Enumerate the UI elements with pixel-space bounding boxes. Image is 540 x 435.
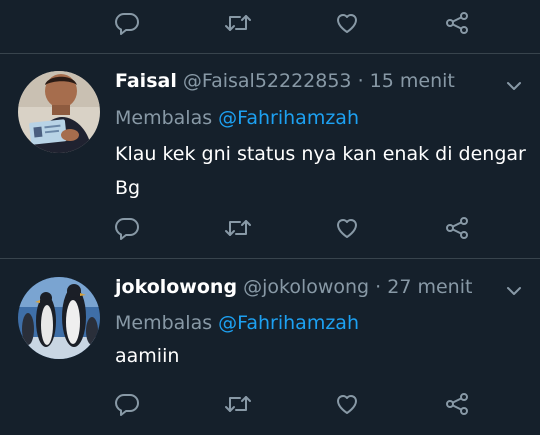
share-icon xyxy=(446,393,468,415)
tweet-actions xyxy=(0,208,540,248)
like-icon xyxy=(337,395,357,414)
display-name[interactable]: jokolowong xyxy=(115,276,237,298)
retweet-icon xyxy=(225,220,251,236)
avatar[interactable] xyxy=(18,277,100,359)
like-button[interactable] xyxy=(327,208,367,248)
retweet-button[interactable] xyxy=(218,3,258,43)
share-icon xyxy=(446,217,468,239)
avatar[interactable] xyxy=(18,71,100,153)
username[interactable]: @jokolowong xyxy=(243,276,369,298)
like-button[interactable] xyxy=(327,384,367,424)
timeline: Faisal @Faisal52222853 · 15 menit Membal… xyxy=(0,0,540,435)
reply-icon xyxy=(115,13,139,35)
timestamp[interactable]: · 27 menit xyxy=(375,276,472,298)
chevron-down-icon xyxy=(507,82,521,90)
like-icon xyxy=(337,219,357,238)
retweet-button[interactable] xyxy=(218,208,258,248)
tweet-header: jokolowong @jokolowong · 27 menit xyxy=(115,274,472,300)
reply-button[interactable] xyxy=(107,208,147,248)
share-button[interactable] xyxy=(437,3,477,43)
tweet-actions xyxy=(0,384,540,424)
share-button[interactable] xyxy=(437,208,477,248)
tweet[interactable]: Faisal @Faisal52222853 · 15 menit Membal… xyxy=(0,54,540,258)
avatar-photo xyxy=(18,71,100,153)
mention-link[interactable]: @Fahrihamzah xyxy=(218,107,359,129)
replying-to: Membalas @Fahrihamzah xyxy=(115,310,359,336)
replying-to-label: Membalas xyxy=(115,312,213,334)
timestamp[interactable]: · 15 menit xyxy=(358,70,455,92)
avatar-photo xyxy=(18,277,100,359)
tweet-header: Faisal @Faisal52222853 · 15 menit xyxy=(115,68,455,94)
reply-button[interactable] xyxy=(107,3,147,43)
tweet-text: aamiin xyxy=(115,345,180,367)
reply-icon xyxy=(115,218,139,240)
tweet[interactable]: jokolowong @jokolowong · 27 menit Membal… xyxy=(0,259,540,435)
chevron-down-icon xyxy=(507,287,521,295)
like-button[interactable] xyxy=(327,3,367,43)
share-button[interactable] xyxy=(437,384,477,424)
username[interactable]: @Faisal52222853 xyxy=(183,70,352,92)
retweet-button[interactable] xyxy=(218,384,258,424)
tweet-menu-button[interactable] xyxy=(502,74,526,98)
tweet-actions-previous xyxy=(0,3,540,43)
tweet-menu-button[interactable] xyxy=(502,279,526,303)
retweet-icon xyxy=(225,15,251,31)
like-icon xyxy=(337,14,357,33)
replying-to-label: Membalas xyxy=(115,107,213,129)
share-icon xyxy=(446,12,468,34)
replying-to: Membalas @Fahrihamzah xyxy=(115,105,359,131)
display-name[interactable]: Faisal xyxy=(115,70,177,92)
retweet-icon xyxy=(225,396,251,412)
reply-button[interactable] xyxy=(107,384,147,424)
mention-link[interactable]: @Fahrihamzah xyxy=(218,312,359,334)
tweet-text: Klau kek gni status nya kan enak di deng… xyxy=(115,143,526,199)
reply-icon xyxy=(115,394,139,416)
